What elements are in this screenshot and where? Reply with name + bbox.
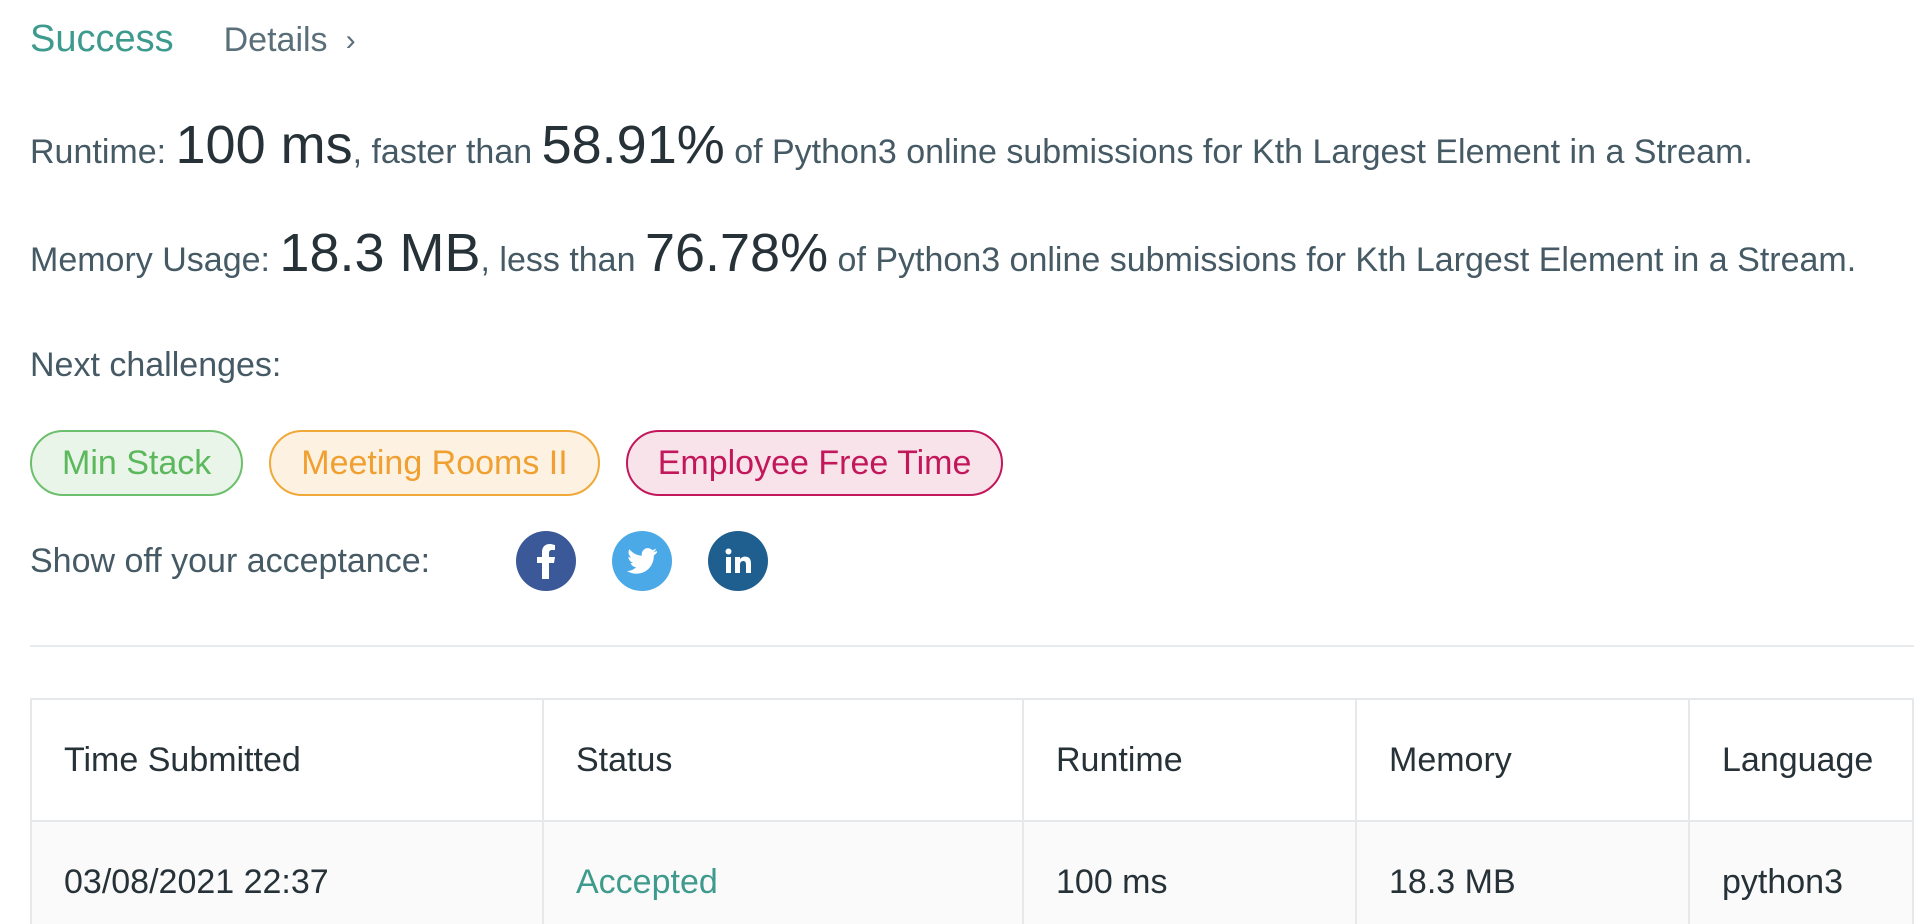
runtime-percent: 58.91% [541, 115, 725, 175]
details-link[interactable]: Details › [224, 21, 356, 60]
share-icons [516, 531, 768, 591]
challenge-meeting-rooms-ii[interactable]: Meeting Rooms II [269, 430, 600, 496]
memory-value: 18.3 MB [279, 223, 481, 283]
cell-status-accepted[interactable]: Accepted [542, 820, 1024, 924]
facebook-icon[interactable] [516, 531, 576, 591]
header-runtime: Runtime [1022, 698, 1357, 822]
header-status: Status [542, 698, 1024, 822]
result-header: Success Details › [30, 18, 356, 61]
submission-result-page: Success Details › Runtime: 100 ms, faste… [0, 0, 1914, 924]
next-challenges-label: Next challenges: [30, 346, 282, 384]
runtime-value: 100 ms [175, 115, 353, 175]
cell-time-submitted: 03/08/2021 22:37 [30, 820, 544, 924]
twitter-icon[interactable] [612, 531, 672, 591]
details-label: Details [223, 21, 328, 59]
section-divider [30, 645, 1914, 647]
memory-middle: , less than [480, 241, 645, 279]
memory-prefix: Memory Usage: [30, 241, 280, 279]
challenge-employee-free-time[interactable]: Employee Free Time [625, 430, 1004, 496]
runtime-summary: Runtime: 100 ms, faster than 58.91% of P… [30, 114, 1753, 176]
challenge-min-stack[interactable]: Min Stack [30, 430, 244, 496]
status-success-title: Success [30, 18, 174, 60]
memory-percent: 76.78% [644, 223, 829, 283]
next-challenges-list: Min Stack Meeting Rooms II Employee Free… [30, 430, 1004, 496]
cell-language: python3 [1688, 820, 1914, 924]
share-label: Show off your acceptance: [30, 542, 431, 580]
cell-memory: 18.3 MB [1355, 820, 1690, 924]
submissions-table: Time Submitted Status Runtime Memory Lan… [30, 698, 1914, 924]
header-memory: Memory [1355, 698, 1690, 822]
runtime-prefix: Runtime: [30, 133, 176, 171]
chevron-right-icon: › [345, 23, 356, 57]
table-row: 03/08/2021 22:37 Accepted 100 ms 18.3 MB… [30, 820, 1914, 924]
memory-suffix: of Python3 online submissions for Kth La… [828, 241, 1857, 279]
runtime-middle: , faster than [352, 133, 542, 171]
cell-runtime: 100 ms [1022, 820, 1357, 924]
linkedin-icon[interactable] [708, 531, 768, 591]
runtime-suffix: of Python3 online submissions for Kth La… [724, 133, 1753, 171]
header-time-submitted: Time Submitted [30, 698, 544, 822]
header-language: Language [1688, 698, 1914, 822]
table-header-row: Time Submitted Status Runtime Memory Lan… [30, 698, 1914, 822]
memory-summary: Memory Usage: 18.3 MB, less than 76.78% … [30, 222, 1856, 284]
